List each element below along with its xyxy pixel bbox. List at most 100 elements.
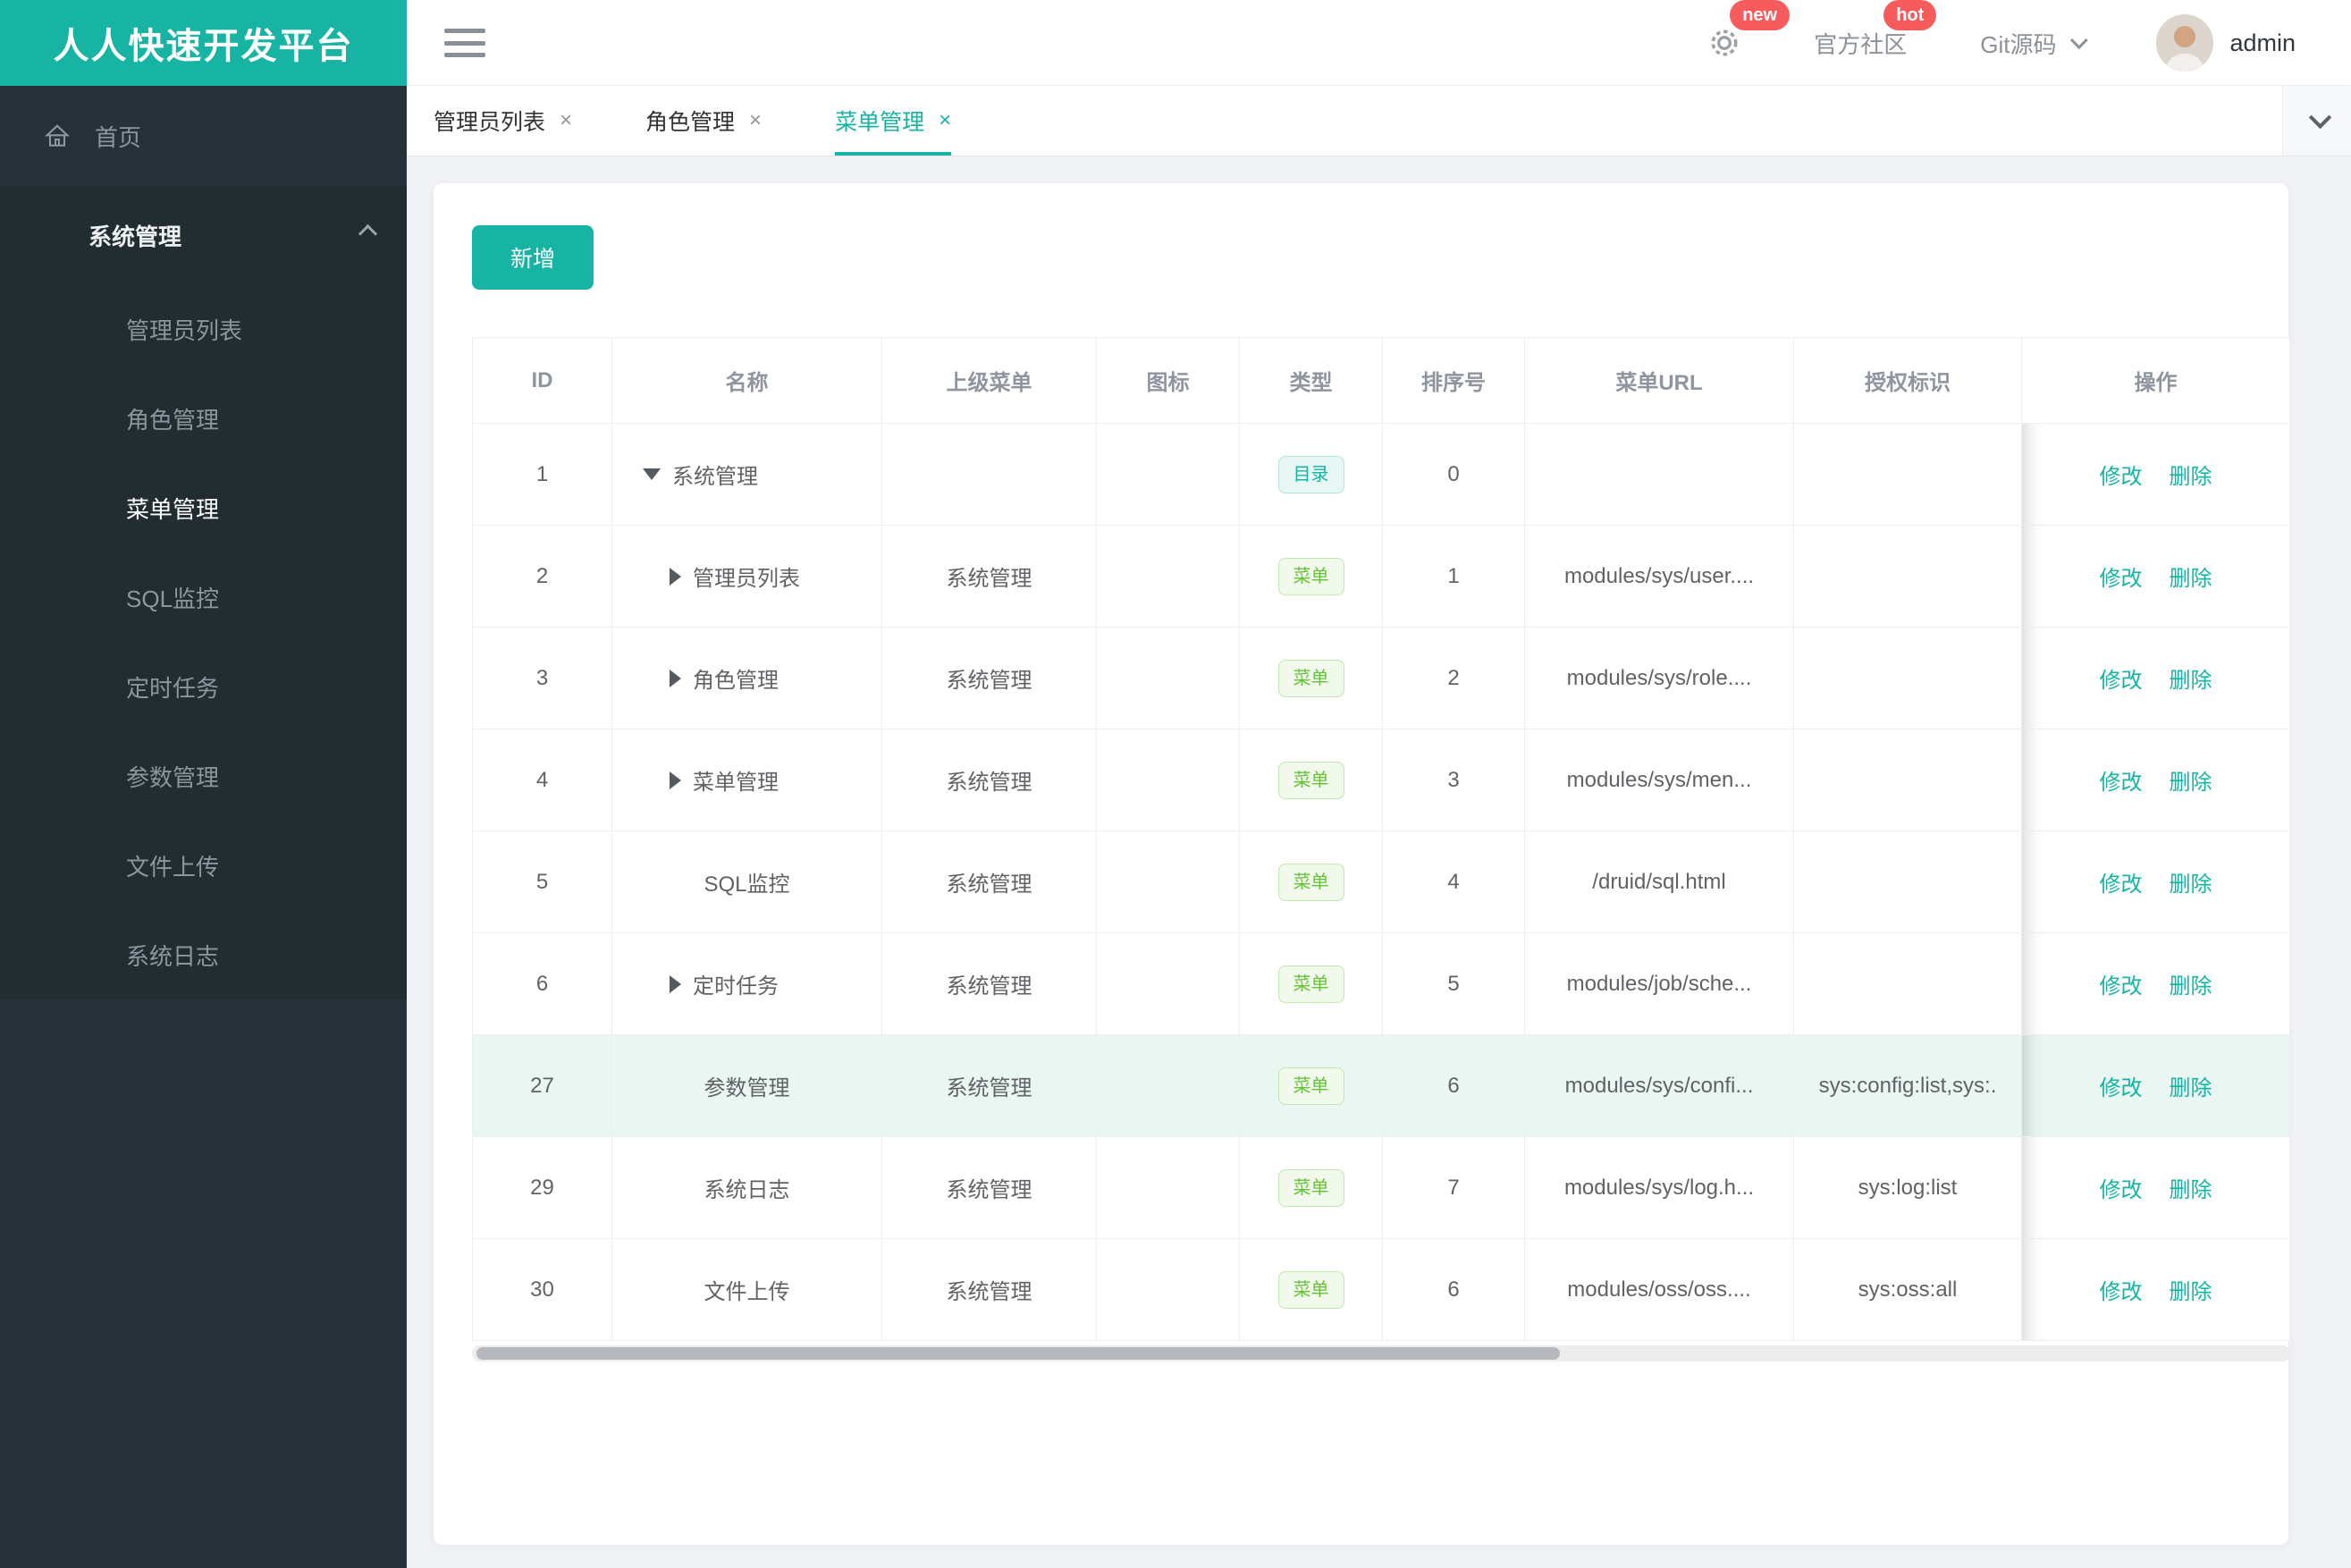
sidebar-item-home[interactable]: 首页 [0,86,407,186]
table-row[interactable]: 27 参数管理 系统管理 菜单 6 modules/sys/confi... sys:con… [473,1035,2289,1137]
sidebar-toggle-button[interactable] [444,25,485,61]
cell-name: 菜单管理 [612,729,882,831]
community-menu-item[interactable]: 官方社区 hot [1814,0,1937,60]
sidebar-item-label: SQL监控 [126,585,220,612]
git-source-menu-item[interactable]: Git源码 [1980,27,2089,60]
edit-link[interactable]: 修改 [2100,968,2143,999]
sidebar-item-1[interactable]: 角色管理 [0,374,407,463]
delete-link[interactable]: 删除 [2170,764,2212,796]
edit-link[interactable]: 修改 [2100,1274,2143,1305]
edit-link[interactable]: 修改 [2100,561,2143,592]
tab-overflow-button[interactable] [2282,86,2351,156]
tab-close-icon[interactable]: × [939,108,951,133]
cell-perms: sys:oss:all [1794,1239,2022,1341]
cell-order: 7 [1383,1137,1525,1239]
brand-title: 人人快速开发平台 [53,27,354,66]
expand-arrow-icon[interactable] [670,974,681,993]
delete-link[interactable]: 删除 [2170,561,2212,592]
perms-text: sys:config:list,sys:. [1818,1073,1997,1098]
delete-link[interactable]: 删除 [2170,1274,2212,1305]
sidebar-item-0[interactable]: 管理员列表 [0,284,407,374]
column-header-0: ID [473,338,612,424]
cell-order: 3 [1383,729,1525,831]
table-row[interactable]: 6 定时任务 系统管理 菜单 5 modules/job/sche... 修改 删除 [473,933,2289,1035]
expand-arrow-icon[interactable] [670,771,681,789]
chevron-up-icon [358,223,378,244]
sidebar-group-system: 系统管理 管理员列表 角色管理 菜单管理 SQL监控定时任务 参数管理 文件上传 系统日志 [0,186,407,999]
parent-menu: 系统管理 [946,771,1032,795]
sidebar-group-items: 管理员列表 角色管理 菜单管理 SQL监控定时任务 参数管理 文件上传 系统日志 [0,284,407,999]
table-row[interactable]: 4 菜单管理 系统管理 菜单 3 modules/sys/men... 修改 删除 [473,729,2289,831]
menu-name: 定时任务 [693,974,779,999]
delete-link[interactable]: 删除 [2170,1070,2212,1101]
cell-perms: sys:config:list,sys:. [1794,1035,2022,1137]
sidebar-item-7[interactable]: 系统日志 [0,910,407,999]
table-header-row: ID 名称 上级菜单 图标 类型 排序号 菜单URL 授权标识 操作 [473,338,2289,424]
menu-url: modules/sys/user.... [1563,563,1755,588]
add-button[interactable]: 新增 [472,225,594,290]
sidebar-item-4[interactable]: 定时任务 [0,642,407,731]
table-row[interactable]: 1 系统管理 目录 0 修改 删除 [473,424,2289,526]
sidebar-item-5[interactable]: 参数管理 [0,731,407,821]
row-id: 6 [535,971,549,996]
menu-type-badge: 菜单 [1277,863,1344,901]
delete-link[interactable]: 删除 [2170,866,2212,898]
cell-actions: 修改 删除 [2022,628,2289,729]
horizontal-scrollbar[interactable] [472,1345,2290,1361]
column-header-4: 类型 [1240,338,1383,424]
settings-menu-item[interactable]: new [1708,0,1791,59]
user-menu[interactable]: admin [2156,14,2296,72]
column-header-3: 图标 [1097,338,1240,424]
cell-url: modules/sys/log.h... [1525,1137,1794,1239]
tab-2[interactable]: 菜单管理 × [835,86,952,156]
cell-parent: 系统管理 [882,933,1097,1035]
menu-name: 角色管理 [693,669,779,693]
expand-arrow-icon[interactable] [670,669,681,687]
sidebar-item-6[interactable]: 文件上传 [0,821,407,910]
row-id: 27 [530,1073,554,1098]
menu-url: modules/sys/men... [1566,767,1752,792]
expand-arrow-icon[interactable] [670,567,681,586]
cell-name: SQL监控 [612,831,882,933]
table-row[interactable]: 3 角色管理 系统管理 菜单 2 modules/sys/role.... 修改 删除 [473,628,2289,729]
edit-link[interactable]: 修改 [2100,764,2143,796]
delete-link[interactable]: 删除 [2170,662,2212,694]
cell-name: 参数管理 [612,1035,882,1137]
table-body: 1 系统管理 目录 0 修改 删除 2 管理员列表 系统管理 菜单 1 modules/sys/use… [473,424,2289,1341]
tab-close-icon[interactable]: × [560,108,572,133]
delete-link[interactable]: 删除 [2170,968,2212,999]
cell-url: modules/sys/confi... [1525,1035,1794,1137]
sidebar-group-header[interactable]: 系统管理 [0,186,407,284]
edit-link[interactable]: 修改 [2100,662,2143,694]
cell-actions: 修改 删除 [2022,1137,2289,1239]
edit-link[interactable]: 修改 [2100,866,2143,898]
cell-perms: sys:log:list [1794,1137,2022,1239]
delete-link[interactable]: 删除 [2170,459,2212,490]
order-number: 0 [1447,461,1460,486]
edit-link[interactable]: 修改 [2100,1172,2143,1203]
tab-1[interactable]: 角色管理 × [645,86,762,156]
perms-text: sys:oss:all [1858,1277,1958,1302]
tab-0[interactable]: 管理员列表 × [434,86,572,156]
edit-link[interactable]: 修改 [2100,1070,2143,1101]
tab-close-icon[interactable]: × [749,108,762,133]
collapse-arrow-icon[interactable] [643,468,661,480]
tab-label: 菜单管理 [835,110,925,135]
app-window: 人人快速开发平台 new 官方社区 hot Git源码 admin 管理员列表 … [0,0,2351,1568]
edit-link[interactable]: 修改 [2100,459,2143,490]
sidebar-item-3[interactable]: SQL监控 [0,552,407,642]
delete-link[interactable]: 删除 [2170,1172,2212,1203]
table-row[interactable]: 29 系统日志 系统管理 菜单 7 modules/sys/log.h... sys:log… [473,1137,2289,1239]
menu-type-badge: 菜单 [1277,1270,1344,1309]
cell-perms [1794,729,2022,831]
cell-url: modules/oss/oss.... [1525,1239,1794,1341]
cell-type: 菜单 [1240,628,1383,729]
cell-icon [1097,526,1240,628]
cell-actions: 修改 删除 [2022,933,2289,1035]
cell-name: 系统日志 [612,1137,882,1239]
table-row[interactable]: 5 SQL监控 系统管理 菜单 4/druid/sql.html 修改 删除 [473,831,2289,933]
table-row[interactable]: 2 管理员列表 系统管理 菜单 1 modules/sys/user.... 修改 删除 [473,526,2289,628]
sidebar-item-2[interactable]: 菜单管理 [0,463,407,552]
scrollbar-thumb[interactable] [476,1347,1560,1360]
table-row[interactable]: 30 文件上传 系统管理 菜单 6 modules/oss/oss.... sys:oss:… [473,1239,2289,1341]
